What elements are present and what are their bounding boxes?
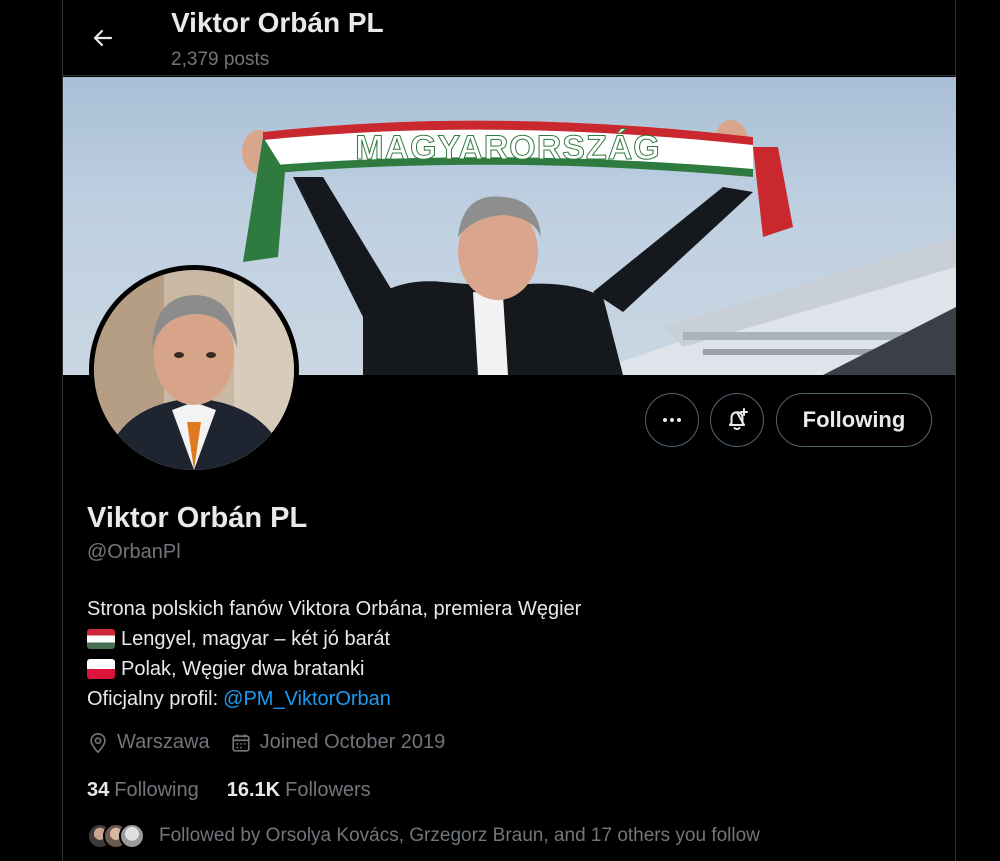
location-text: Warszawa <box>117 731 210 753</box>
profile-handle: @OrbanPl <box>87 541 181 563</box>
bio-line-2: Lengyel, magyar – két jó barát <box>87 624 581 654</box>
profile-avatar[interactable] <box>89 265 299 475</box>
header-title: Viktor Orbán PL <box>171 7 384 38</box>
profile-meta: Warszawa Joined October 2019 <box>87 731 465 754</box>
followers-count: 16.1K <box>226 779 281 801</box>
poland-flag-icon <box>87 659 115 679</box>
location-pin-icon <box>90 732 106 753</box>
hungary-flag-icon <box>87 629 115 649</box>
bell-plus-icon <box>729 408 748 430</box>
back-button[interactable] <box>85 20 121 56</box>
followed-by[interactable]: Followed by Orsolya Kovács, Grzegorz Bra… <box>87 823 760 849</box>
scarf-text: MAGYARORSZÁG <box>355 129 660 167</box>
joined-text: Joined October 2019 <box>259 731 446 753</box>
profile-header: Viktor Orbán PL 2,379 posts <box>63 0 955 76</box>
calendar-icon <box>231 733 250 752</box>
mini-avatar-3 <box>119 823 145 849</box>
location: Warszawa <box>87 731 210 754</box>
followers-label: Followers <box>285 779 371 801</box>
bio-text-1: Strona polskich fanów Viktora Orbána, pr… <box>87 598 582 620</box>
followed-by-text: Followed by Orsolya Kovács, Grzegorz Bra… <box>159 825 760 846</box>
following-label: Following <box>114 779 199 801</box>
bio-text-3: Polak, Węgier dwa bratanki <box>121 658 365 680</box>
display-name: Viktor Orbán PL <box>87 502 308 534</box>
following-count-link[interactable]: 34 Following <box>87 779 199 802</box>
join-date: Joined October 2019 <box>230 731 446 754</box>
bio-line-3: Polak, Węgier dwa bratanki <box>87 654 581 684</box>
profile-bio: Strona polskich fanów Viktora Orbána, pr… <box>87 594 581 714</box>
notifications-button[interactable] <box>710 393 764 447</box>
followers-you-know-avatars <box>87 823 145 849</box>
bio-line-4: Oficjalny profil: @PM_ViktorOrban <box>87 684 581 714</box>
followers-count-link[interactable]: 16.1K Followers <box>227 779 371 802</box>
arrow-left-icon <box>93 29 113 47</box>
following-button[interactable]: Following <box>776 393 932 447</box>
avatar-photo <box>94 270 294 470</box>
profile-column: Viktor Orbán PL 2,379 posts MAGYARORSZÁG… <box>62 0 956 861</box>
official-profile-link[interactable]: @PM_ViktorOrban <box>223 684 391 714</box>
more-button[interactable] <box>645 393 699 447</box>
more-horizontal-icon <box>663 418 681 422</box>
bio-text-4: Oficjalny profil: <box>87 688 219 710</box>
posts-count: 2,379 posts <box>171 49 270 70</box>
bio-text-2: Lengyel, magyar – két jó barát <box>121 628 391 650</box>
profile-stats: 34 Following 16.1K Followers <box>87 779 399 802</box>
bio-line-1: Strona polskich fanów Viktora Orbána, pr… <box>87 594 581 624</box>
following-count: 34 <box>87 779 110 801</box>
